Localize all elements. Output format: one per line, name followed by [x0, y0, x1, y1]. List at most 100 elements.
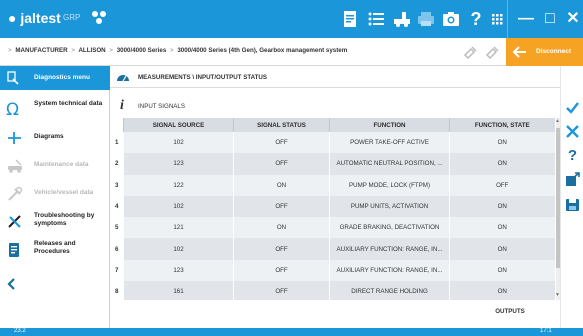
function-cell: DIRECT RANGE HOLDING	[329, 281, 450, 300]
sidebar-item-vehicle-vessel-data: Vehicle/vessel data	[0, 180, 110, 208]
top-toolbar: ● jaltest GRP ? — □ ✕	[0, 0, 583, 38]
list-icon[interactable]	[366, 9, 386, 29]
row-number: 5	[110, 217, 124, 239]
help-icon[interactable]: ?	[466, 9, 486, 29]
signal-source-cell: 102	[123, 238, 234, 260]
sidebar-item-label: Vehicle/vessel data	[34, 189, 94, 196]
printer-icon[interactable]	[416, 9, 436, 29]
function-cell: PUMP UNITS, ACTIVATION	[329, 195, 450, 218]
wrench-car-icon	[6, 157, 24, 175]
function-cell: GRADE BRAKING, DEACTIVATION	[329, 217, 450, 239]
minimize-button[interactable]: —	[516, 9, 536, 29]
app-logo: ● jaltest	[8, 10, 61, 26]
column-header-function[interactable]: FUNCTION	[329, 118, 450, 132]
table-row[interactable]: 4 102 OFF PUMP UNITS, ACTIVATION ON	[110, 195, 555, 218]
sidebar-item-maintenance-data: Maintenance data	[0, 152, 110, 180]
signal-status-cell: ON	[233, 174, 330, 196]
column-header-function-state[interactable]: FUNCTION, STATE	[449, 118, 555, 132]
maximize-button[interactable]: □	[540, 9, 560, 29]
sidebar-item-troubleshooting[interactable]: Troubleshooting by symptoms	[0, 208, 110, 236]
breadcrumb: > MANUFACTURER > ALLISON > 3000/4000 Ser…	[8, 47, 348, 54]
status-clock: 17:1	[540, 328, 552, 334]
report-icon[interactable]	[340, 9, 360, 29]
procedures-icon	[6, 241, 24, 259]
status-version: 23.2	[14, 328, 26, 334]
function-cell: AUTOMATIC NEUTRAL POSITION, ...	[329, 153, 450, 175]
info-icon: i	[120, 98, 124, 113]
signals-table: SIGNAL SOURCE SIGNAL STATUS FUNCTION FUN…	[110, 118, 555, 300]
function-cell: AUXILIARY FUNCTION: RANGE, IN...	[329, 238, 450, 260]
table-row[interactable]: 5 121 ON GRADE BRAKING, DEACTIVATION ON	[110, 217, 555, 239]
row-number: 7	[110, 259, 124, 282]
truck-icon[interactable]	[392, 9, 412, 29]
sidebar-item-system-technical-data[interactable]: Ω System technical data	[0, 96, 110, 124]
disconnect-button[interactable]: Disconnect	[506, 38, 583, 66]
section-header: i INPUT SIGNALS	[110, 96, 560, 116]
outputs-tab[interactable]: OUTPUTS	[475, 302, 545, 322]
row-number: 2	[110, 153, 124, 175]
apps-grid-icon[interactable]	[487, 9, 507, 29]
table-row[interactable]: 8 161 OFF DIRECT RANGE HOLDING ON	[110, 281, 555, 300]
function-state-cell: ON	[449, 238, 555, 260]
signal-source-cell: 123	[123, 259, 234, 282]
column-header-signal-source[interactable]: SIGNAL SOURCE	[123, 118, 234, 132]
function-cell: PUMP MODE, LOCK (FTPM)	[329, 174, 450, 196]
table-row[interactable]: 1 102 OFF POWER TAKE-OFF ACTIVE ON	[110, 132, 555, 154]
breadcrumb-item-system[interactable]: 3000/4000 Series (4th Gen), Gearbox mana…	[177, 47, 347, 54]
camera-icon[interactable]	[441, 9, 461, 29]
action-bar: ?	[560, 66, 583, 328]
sidebar-item-label: Maintenance data	[34, 161, 89, 168]
signal-status-cell: OFF	[233, 153, 330, 175]
signal-source-cell: 161	[123, 281, 234, 300]
sidebar-header[interactable]: Diagnostics menu	[0, 66, 110, 90]
panel-header: MEASUREMENTS \ INPUT/OUTPUT STATUS	[110, 66, 560, 88]
signal-source-cell: 123	[123, 153, 234, 175]
signal-status-cell: OFF	[233, 259, 330, 282]
close-button[interactable]: ✕	[563, 9, 583, 29]
troubleshoot-icon	[6, 213, 24, 231]
row-number: 3	[110, 174, 124, 196]
close-icon[interactable]	[564, 123, 581, 140]
status-bar: 23.2 17:1	[0, 328, 583, 336]
signal-source-cell: 122	[123, 174, 234, 196]
collapse-sidebar-icon[interactable]	[4, 276, 20, 292]
function-state-cell: ON	[449, 132, 555, 154]
help-question-icon[interactable]: ?	[564, 147, 581, 164]
test-plug-icon[interactable]	[462, 43, 480, 61]
page-title: MEASUREMENTS \ INPUT/OUTPUT STATUS	[138, 74, 268, 81]
disconnect-label: Disconnect	[536, 48, 572, 55]
export-icon[interactable]	[564, 171, 581, 188]
signal-status-cell: OFF	[233, 132, 330, 154]
row-number: 4	[110, 195, 124, 218]
check-icon[interactable]	[564, 99, 581, 116]
table-row[interactable]: 7 123 OFF AUXILIARY FUNCTION: RANGE, IN.…	[110, 259, 555, 282]
breadcrumb-item-manufacturer[interactable]: MANUFACTURER	[15, 47, 67, 54]
connection-plug-icon[interactable]	[484, 43, 502, 61]
app-logo-sub: GRP	[63, 13, 81, 22]
table-row[interactable]: 3 122 ON PUMP MODE, LOCK (FTPM) OFF	[110, 174, 555, 196]
function-state-cell: ON	[449, 217, 555, 239]
signal-source-cell: 102	[123, 195, 234, 218]
sidebar-item-releases-procedures[interactable]: Releases and Procedures	[0, 236, 110, 264]
table-row[interactable]: 6 102 OFF AUXILIARY FUNCTION: RANGE, IN.…	[110, 238, 555, 260]
gauge-icon	[116, 70, 130, 84]
column-header-signal-status[interactable]: SIGNAL STATUS	[233, 118, 330, 132]
signals-table-container[interactable]: SIGNAL SOURCE SIGNAL STATUS FUNCTION FUN…	[110, 118, 562, 300]
section-title: INPUT SIGNALS	[138, 103, 185, 110]
row-number-header	[110, 118, 124, 132]
function-state-cell: ON	[449, 281, 555, 300]
signal-status-cell: OFF	[233, 195, 330, 218]
table-row[interactable]: 2 123 OFF AUTOMATIC NEUTRAL POSITION, ..…	[110, 153, 555, 175]
function-state-cell: ON	[449, 259, 555, 282]
sidebar-header-label: Diagnostics menu	[34, 74, 90, 81]
tools-icon	[6, 185, 24, 203]
save-icon[interactable]	[564, 196, 581, 213]
function-state-cell: ON	[449, 195, 555, 218]
breadcrumb-item-allison[interactable]: ALLISON	[78, 47, 105, 54]
diagnostics-icon	[5, 70, 21, 86]
sidebar-item-diagrams[interactable]: Diagrams	[0, 124, 110, 152]
signal-source-cell: 102	[123, 132, 234, 154]
breadcrumb-item-series[interactable]: 3000/4000 Series	[117, 47, 167, 54]
vehicle-badge-icon	[90, 8, 108, 26]
diagram-icon	[6, 129, 24, 147]
